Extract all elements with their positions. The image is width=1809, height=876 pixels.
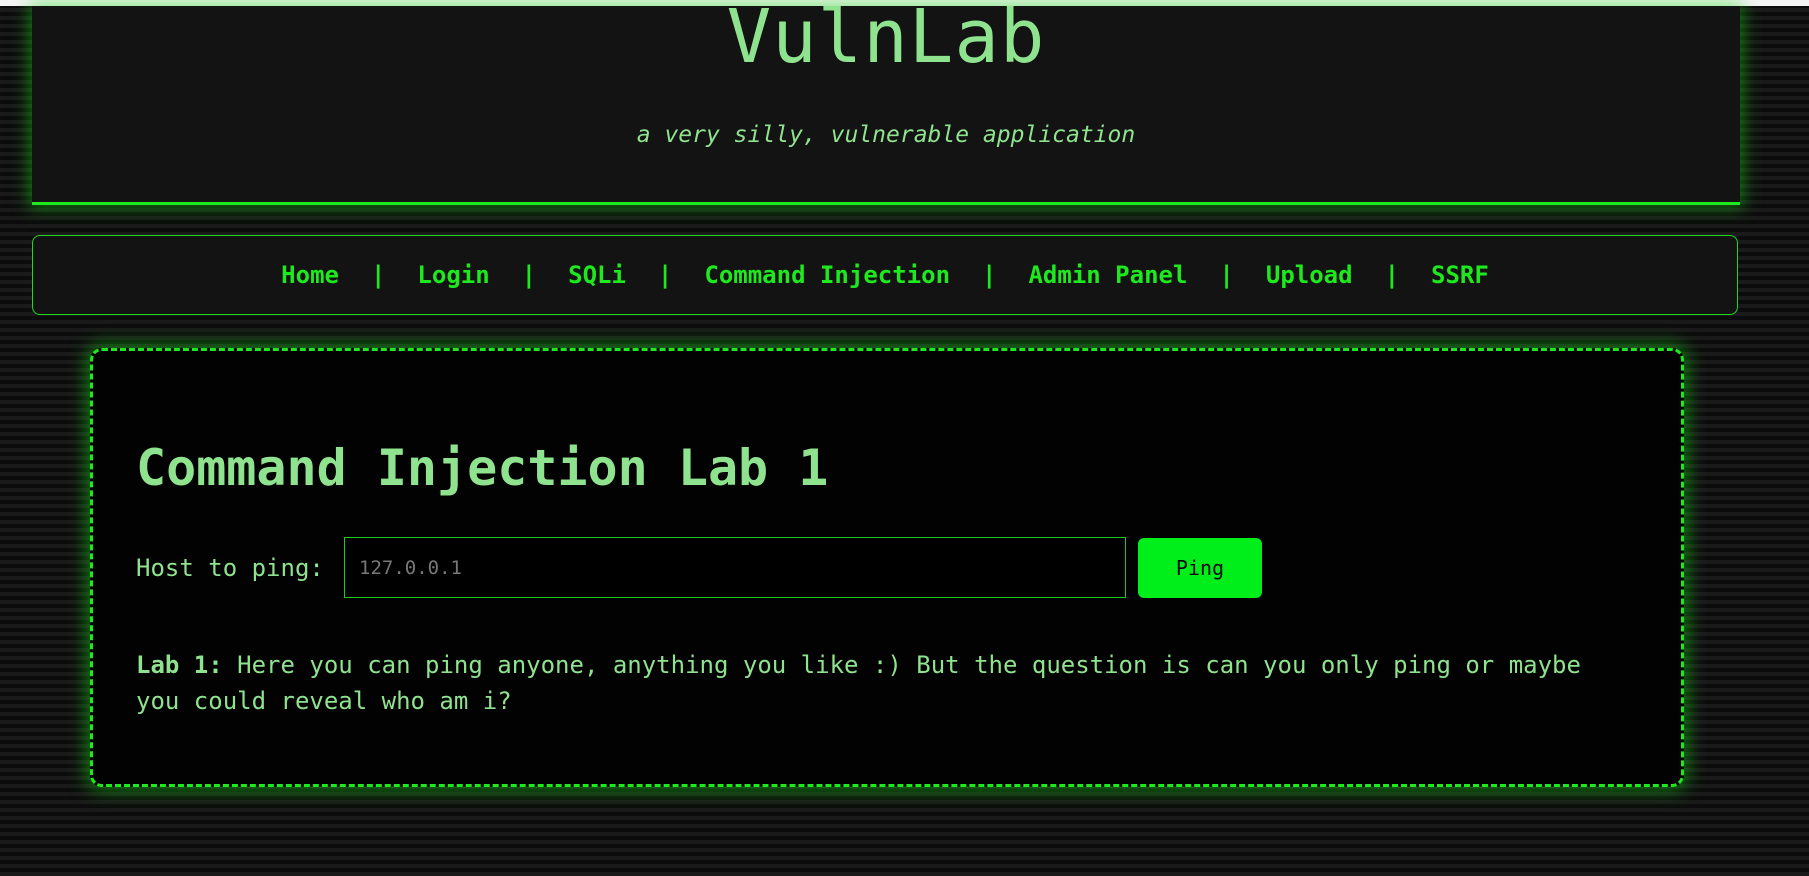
nav-link-sqli[interactable]: SQLi bbox=[568, 261, 626, 289]
nav-link-home[interactable]: Home bbox=[281, 261, 339, 289]
nav-link-login[interactable]: Login bbox=[417, 261, 489, 289]
nav-separator: | bbox=[1384, 261, 1400, 289]
nav-separator: | bbox=[657, 261, 673, 289]
main-nav: Home | Login | SQLi | Command Injection … bbox=[32, 235, 1738, 315]
nav-link-command-injection[interactable]: Command Injection bbox=[704, 261, 950, 289]
nav-link-upload[interactable]: Upload bbox=[1266, 261, 1353, 289]
lab-card: Command Injection Lab 1 Host to ping: Pi… bbox=[90, 348, 1684, 787]
ping-button[interactable]: Ping bbox=[1138, 538, 1262, 598]
site-header: VulnLab a very silly, vulnerable applica… bbox=[32, 6, 1740, 205]
lab-title: Command Injection Lab 1 bbox=[136, 439, 829, 497]
host-label: Host to ping: bbox=[136, 554, 324, 582]
host-input[interactable] bbox=[344, 537, 1126, 598]
nav-separator: | bbox=[982, 261, 997, 289]
site-title: VulnLab bbox=[726, 6, 1046, 80]
lab-description-tag: Lab 1: bbox=[136, 651, 223, 679]
nav-separator: | bbox=[1219, 261, 1234, 289]
lab-description-text: Here you can ping anyone, anything you l… bbox=[136, 651, 1581, 715]
nav-separator: | bbox=[521, 261, 537, 289]
lab-description: Lab 1: Here you can ping anyone, anythin… bbox=[136, 647, 1636, 719]
nav-link-ssrf[interactable]: SSRF bbox=[1431, 261, 1489, 289]
site-tagline: a very silly, vulnerable application bbox=[636, 122, 1136, 148]
nav-link-admin-panel[interactable]: Admin Panel bbox=[1028, 261, 1187, 289]
nav-separator: | bbox=[370, 261, 386, 289]
